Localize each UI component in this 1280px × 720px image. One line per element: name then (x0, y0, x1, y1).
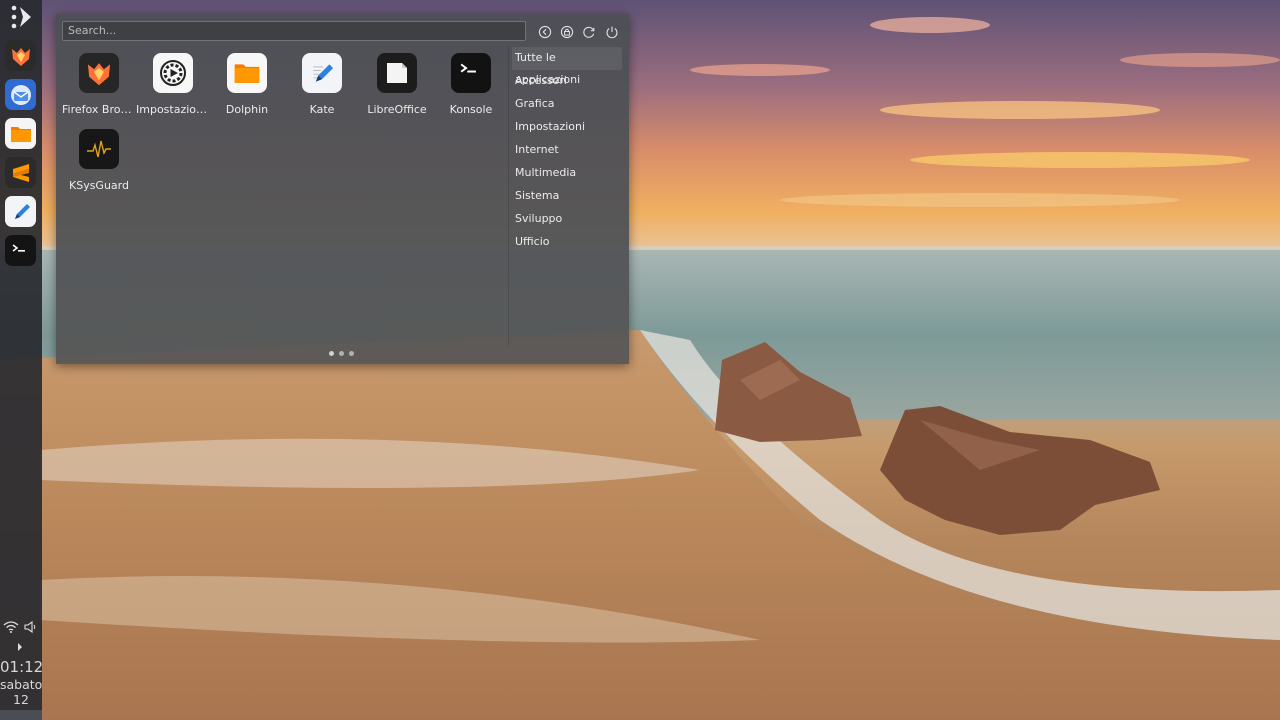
app-label: Kate (309, 103, 335, 116)
category-settings[interactable]: Impostazioni (512, 116, 622, 139)
app-label: LibreOffice (367, 103, 427, 116)
app-libreoffice[interactable]: LibreOffice (360, 50, 434, 116)
category-all-applications[interactable]: Tutte le applicazioni (512, 47, 622, 86)
category-multimedia[interactable]: Multimedia (512, 162, 622, 185)
text-editor-icon (302, 53, 342, 93)
clock-date[interactable]: 12 (0, 692, 42, 707)
clock-time[interactable]: 01:12 (0, 658, 43, 676)
app-firefox[interactable]: Firefox Brow... (62, 50, 136, 116)
app-ksysguard[interactable]: KSysGuard (62, 126, 136, 192)
folder-icon (10, 126, 31, 142)
dock-konsole[interactable] (5, 235, 36, 266)
launcher-logo-icon (11, 5, 31, 29)
back-arrow-icon (538, 25, 552, 39)
app-label: Konsole (449, 103, 493, 116)
restart-button[interactable] (582, 24, 596, 38)
app-label: Impostazioni... (136, 103, 210, 116)
volume-icon[interactable] (23, 619, 39, 635)
firefox-icon (79, 53, 119, 93)
page-dot-1[interactable] (329, 351, 334, 356)
app-label: Dolphin (225, 103, 269, 116)
category-separator (508, 46, 509, 346)
application-launcher-button[interactable] (8, 4, 34, 30)
text-editor-icon (14, 203, 30, 219)
dock-dolphin[interactable] (5, 118, 36, 149)
thunderbird-icon (10, 84, 31, 105)
page-indicator (329, 351, 359, 357)
dock-firefox[interactable] (5, 40, 36, 71)
category-development[interactable]: Sviluppo (512, 208, 622, 231)
clock-day[interactable]: sabato (0, 677, 42, 692)
power-icon (606, 26, 618, 39)
category-internet[interactable]: Internet (512, 139, 622, 162)
category-graphics[interactable]: Grafica (512, 93, 622, 116)
shutdown-button[interactable] (605, 24, 619, 39)
app-konsole[interactable]: Konsole (434, 50, 508, 116)
dock-thunderbird[interactable] (5, 79, 36, 110)
sublime-text-icon (12, 163, 29, 182)
left-panel: 01:12 sabato 12 (0, 0, 43, 720)
category-system[interactable]: Sistema (512, 185, 622, 208)
lock-screen-button[interactable] (560, 24, 574, 39)
app-dolphin[interactable]: Dolphin (210, 50, 284, 116)
search-input[interactable] (62, 21, 526, 41)
lock-icon (560, 25, 574, 39)
firefox-icon (11, 47, 30, 66)
panel-bottom-bar (0, 710, 42, 720)
dock-sublime-text[interactable] (5, 157, 36, 188)
application-launcher-menu: Firefox Brow... Impostazioni... Dolphin (56, 14, 629, 364)
network-wifi-icon[interactable] (3, 619, 19, 635)
category-office[interactable]: Ufficio (512, 231, 622, 254)
app-kate[interactable]: Kate (285, 50, 359, 116)
page-dot-3[interactable] (349, 351, 354, 356)
app-label: KSysGuard (69, 179, 129, 192)
folder-icon (227, 53, 267, 93)
category-list: Tutte le applicazioni Accessori Grafica … (512, 47, 622, 254)
system-monitor-icon (79, 129, 119, 169)
dock-kate[interactable] (5, 196, 36, 227)
tray-expand-arrow-icon[interactable] (14, 638, 26, 651)
app-grid: Firefox Brow... Impostazioni... Dolphin (56, 50, 508, 350)
back-button[interactable] (538, 24, 552, 39)
restart-icon (583, 26, 595, 38)
settings-icon (153, 53, 193, 93)
libreoffice-icon (377, 53, 417, 93)
app-label: Firefox Brow... (62, 103, 136, 116)
terminal-icon (12, 243, 25, 252)
app-settings[interactable]: Impostazioni... (136, 50, 210, 116)
terminal-icon (451, 53, 491, 93)
page-dot-2[interactable] (339, 351, 344, 356)
